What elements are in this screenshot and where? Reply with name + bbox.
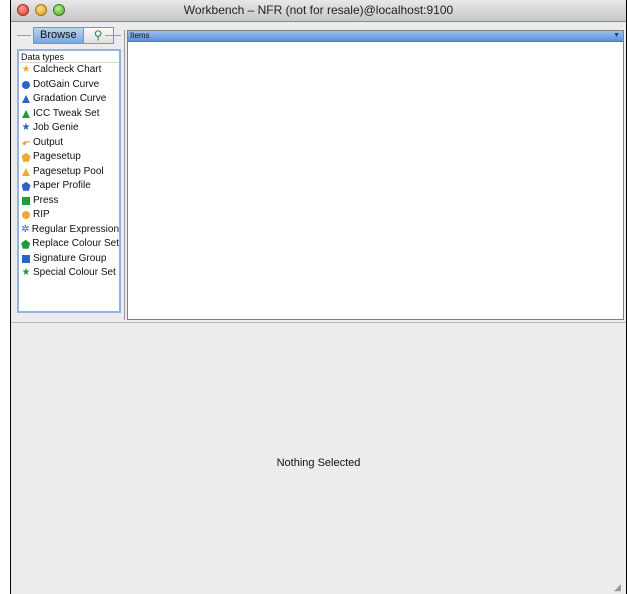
- data-type-label: RIP: [33, 209, 50, 220]
- data-type-item[interactable]: ICC Tweak Set: [19, 107, 119, 122]
- pentagon-icon: [21, 239, 31, 249]
- workbench-window: Workbench – NFR (not for resale)@localho…: [10, 0, 627, 594]
- star-icon: ★: [21, 267, 31, 279]
- data-type-item[interactable]: Pagesetup Pool: [19, 165, 119, 180]
- title-bar[interactable]: Workbench – NFR (not for resale)@localho…: [11, 0, 626, 22]
- window-title: Workbench – NFR (not for resale)@localho…: [183, 3, 454, 17]
- data-type-label: Paper Profile: [33, 180, 91, 191]
- pentagon-icon: [21, 181, 31, 191]
- data-type-item[interactable]: Press: [19, 194, 119, 209]
- data-type-label: Output: [33, 136, 64, 148]
- data-type-label: Signature Group: [33, 252, 107, 264]
- triangle-icon: [21, 167, 31, 177]
- data-type-item[interactable]: Pagesetup: [19, 150, 119, 165]
- data-types-header: Data types: [19, 51, 119, 63]
- tab-divider-left: [17, 35, 31, 36]
- data-type-label: Pagesetup: [33, 151, 81, 162]
- data-type-label: Pagesetup Pool: [33, 165, 104, 177]
- data-type-item[interactable]: Replace Colour Set: [19, 237, 119, 252]
- data-type-label: Press: [33, 194, 59, 206]
- data-type-label: Special Colour Set: [33, 267, 116, 278]
- square-icon: [21, 254, 31, 264]
- items-panel[interactable]: Items ▼: [127, 30, 624, 320]
- pentagon-icon: [21, 152, 31, 162]
- items-header-label: Items: [130, 31, 150, 40]
- data-type-label: Gradation Curve: [33, 93, 107, 104]
- data-type-label: ICC Tweak Set: [33, 107, 100, 119]
- data-type-item[interactable]: RIP: [19, 208, 119, 223]
- data-type-item[interactable]: Gradation Curve: [19, 92, 119, 107]
- browse-tab-bar: Browse ⚲: [33, 27, 114, 44]
- data-type-item[interactable]: ★ Special Colour Set: [19, 266, 119, 281]
- data-type-item[interactable]: ✲ Regular Expression: [19, 223, 119, 238]
- resize-grip-icon[interactable]: ◢: [614, 583, 623, 592]
- search-icon: ⚲: [93, 28, 103, 42]
- tab-divider-right: [105, 35, 121, 36]
- data-type-item[interactable]: ★ Calcheck Chart: [19, 63, 119, 78]
- items-column-header[interactable]: Items ▼: [128, 31, 623, 42]
- data-type-item[interactable]: ⬐ Output: [19, 136, 119, 151]
- data-type-label: Job Genie: [33, 122, 79, 133]
- triangle-icon: [21, 94, 31, 104]
- vertical-splitter[interactable]: [124, 30, 125, 320]
- data-type-item[interactable]: Paper Profile: [19, 179, 119, 194]
- data-type-label: Calcheck Chart: [33, 64, 102, 75]
- data-type-label: DotGain Curve: [33, 78, 100, 90]
- nothing-selected-label: Nothing Selected: [276, 457, 361, 469]
- data-type-label: Regular Expression: [31, 223, 119, 235]
- data-type-item[interactable]: ★ Job Genie: [19, 121, 119, 136]
- output-icon: ⬐: [21, 136, 31, 148]
- data-type-label: Replace Colour Set: [32, 238, 119, 249]
- circle-icon: [21, 210, 31, 220]
- star-icon: ★: [21, 122, 31, 134]
- data-type-item[interactable]: DotGain Curve: [19, 78, 119, 93]
- asterisk-icon: ✲: [21, 223, 30, 235]
- tab-browse[interactable]: Browse: [33, 27, 84, 44]
- data-types-items: ★ Calcheck Chart DotGain Curve Gradation Cu…: [19, 63, 119, 281]
- triangle-icon: [21, 109, 31, 119]
- sort-down-icon[interactable]: ▼: [613, 31, 620, 41]
- circle-icon: [21, 80, 31, 90]
- square-icon: [21, 196, 31, 206]
- detail-panel: Nothing Selected ◢: [11, 323, 626, 594]
- data-types-list[interactable]: Data types ★ Calcheck Chart DotGain Curve G…: [17, 49, 121, 313]
- data-type-item[interactable]: Signature Group: [19, 252, 119, 267]
- star-icon: ★: [21, 64, 31, 76]
